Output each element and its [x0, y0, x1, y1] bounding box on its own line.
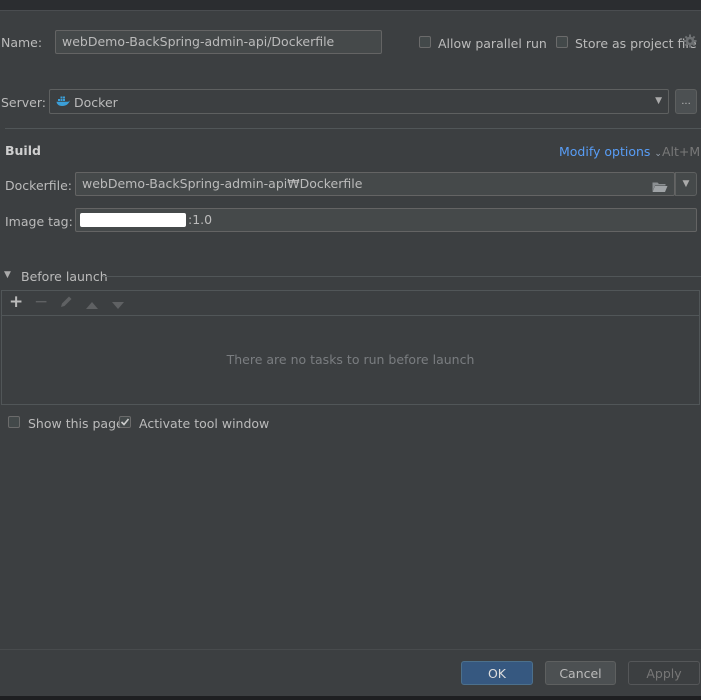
- activate-tool-window-checkbox[interactable]: [119, 416, 131, 428]
- build-section-title: Build: [5, 143, 41, 158]
- folder-icon[interactable]: [652, 178, 668, 195]
- server-value: Docker: [74, 95, 118, 110]
- separator: [5, 128, 701, 129]
- redacted-region: [80, 213, 186, 227]
- chevron-down-icon: ▼: [682, 179, 690, 189]
- cancel-button[interactable]: Cancel: [545, 661, 616, 685]
- name-input[interactable]: webDemo-BackSpring-admin-api/Dockerfile: [55, 30, 382, 54]
- chevron-down-icon[interactable]: ▼: [655, 90, 662, 113]
- apply-button[interactable]: Apply: [628, 661, 700, 685]
- allow-parallel-run-label: Allow parallel run: [438, 36, 547, 51]
- before-launch-toolbar: + −: [2, 291, 699, 316]
- footer-separator: [0, 649, 701, 650]
- window-bottom-edge: [0, 696, 701, 700]
- ok-button[interactable]: OK: [461, 661, 533, 685]
- show-this-page-label: Show this page: [28, 416, 124, 431]
- show-this-page-checkbox[interactable]: [8, 416, 20, 428]
- activate-tool-window-label: Activate tool window: [139, 416, 270, 431]
- image-tag-label: Image tag:: [5, 214, 73, 229]
- add-icon[interactable]: +: [9, 294, 23, 311]
- server-more-button[interactable]: ...: [675, 89, 697, 114]
- modify-options-link[interactable]: Modify options ⌄: [559, 144, 662, 159]
- server-label: Server:: [1, 95, 46, 110]
- before-launch-task-list[interactable]: There are no tasks to run before launch: [2, 315, 699, 404]
- checkmark-icon: [120, 418, 130, 426]
- move-up-icon[interactable]: [86, 297, 98, 312]
- gear-icon[interactable]: [683, 34, 697, 51]
- allow-parallel-run-checkbox[interactable]: [419, 36, 431, 48]
- edit-icon[interactable]: [59, 295, 73, 312]
- before-launch-title: Before launch: [21, 269, 108, 284]
- modify-options-shortcut: Alt+M: [662, 144, 701, 159]
- store-as-project-file-checkbox[interactable]: [556, 36, 568, 48]
- docker-icon: [56, 91, 70, 113]
- remove-icon[interactable]: −: [34, 294, 48, 311]
- dockerfile-input[interactable]: webDemo-BackSpring-admin-api₩Dockerfile: [75, 172, 675, 196]
- separator: [102, 276, 701, 277]
- dockerfile-dropdown-button[interactable]: ▼: [675, 172, 697, 196]
- image-tag-input[interactable]: :1.0: [75, 208, 697, 232]
- server-select[interactable]: Docker ▼: [49, 89, 669, 114]
- collapse-triangle-icon[interactable]: ▼: [4, 270, 11, 280]
- store-as-project-file-label: Store as project file: [575, 36, 697, 51]
- move-down-icon[interactable]: [112, 298, 124, 313]
- image-tag-suffix: :1.0: [188, 212, 213, 227]
- name-label: Name:: [1, 35, 43, 50]
- modify-options-label: Modify options: [559, 144, 651, 159]
- empty-state-text: There are no tasks to run before launch: [226, 352, 475, 367]
- window-title-bar: [0, 0, 701, 11]
- dockerfile-label: Dockerfile:: [5, 178, 73, 193]
- dockerfile-value: webDemo-BackSpring-admin-api₩Dockerfile: [82, 176, 363, 191]
- chevron-down-icon: ⌄: [654, 149, 662, 159]
- before-launch-panel: + − There are no tasks to run before lau…: [1, 290, 700, 405]
